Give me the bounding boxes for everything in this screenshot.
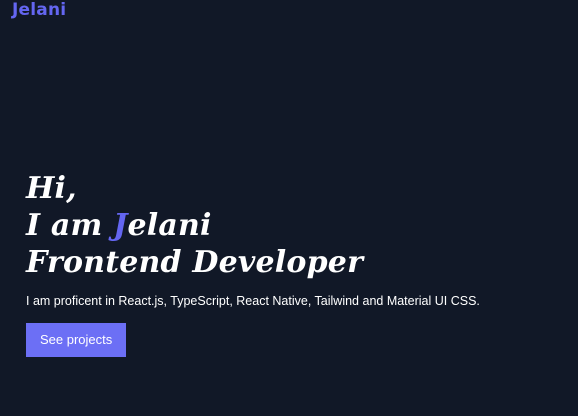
hero-description: I am proficent in React.js, TypeScript, …	[26, 294, 480, 308]
site-logo[interactable]: Jelani	[12, 0, 66, 20]
hero-intro-prefix: I am	[26, 208, 114, 243]
portfolio-page: Jelani Hi, I am Jelani Frontend Develope…	[0, 0, 578, 416]
hero-greeting: Hi,	[26, 171, 77, 206]
hero-section: Hi, I am Jelani Frontend Developer I am …	[26, 170, 566, 357]
hero-name-rest: elani	[127, 208, 212, 243]
hero-name-line: I am Jelani	[26, 207, 566, 244]
hero-name-initial: J	[113, 208, 128, 243]
hero-headline: Hi, I am Jelani Frontend Developer	[26, 170, 566, 281]
hero-role: Frontend Developer	[26, 245, 364, 280]
see-projects-button[interactable]: See projects	[26, 323, 127, 357]
